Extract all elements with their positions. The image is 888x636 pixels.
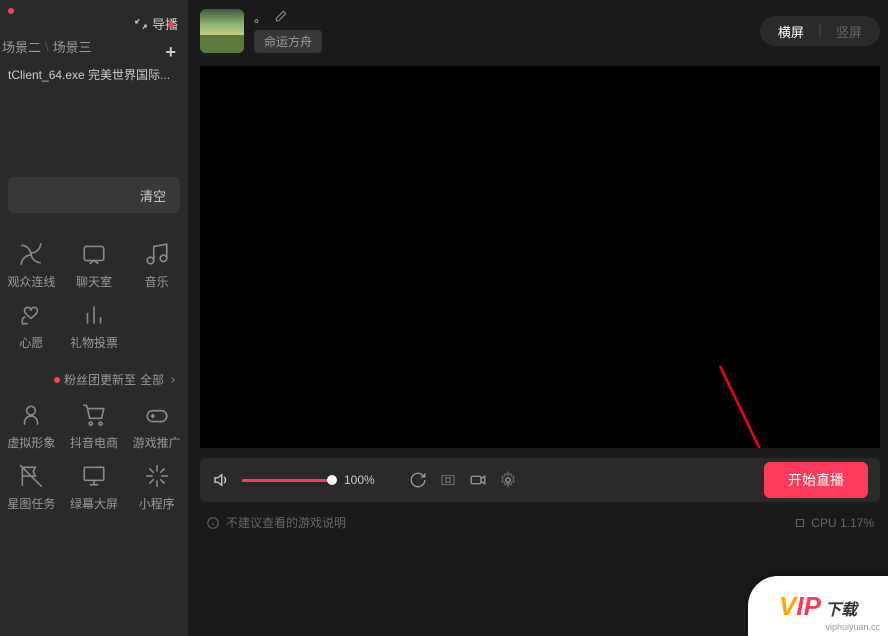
chat-icon [81,241,107,267]
orient-vertical[interactable]: 竖屏 [822,18,876,45]
heart-hand-icon [18,302,44,328]
music-icon [144,241,170,267]
fans-dot-icon [54,377,60,383]
scene-tab-3[interactable]: 场景三 [51,33,94,60]
fans-update-link[interactable]: 粉丝团更新至 全部 [0,351,188,402]
refresh-icon[interactable] [409,471,427,489]
grid-label: 音乐 [145,273,169,290]
stream-name: 。 [254,9,266,26]
star-task-button[interactable]: 星图任务 [0,463,63,512]
volume-slider[interactable] [242,479,332,482]
clear-label: 清空 [140,186,166,205]
edit-icon[interactable] [274,9,288,26]
status-footer: 不建议查看的游戏说明 CPU 1.17% [200,510,880,535]
chat-room-button[interactable]: 聊天室 [63,241,126,290]
source-item[interactable]: tClient_64.exe 完美世界国际... [0,60,188,89]
speaker-icon[interactable] [212,471,230,489]
volume-fill [242,479,332,482]
grid-label: 心愿 [19,334,43,351]
orientation-toggle: 横屏 | 竖屏 [760,16,880,46]
cpu-text: CPU 1.17% [811,516,874,530]
director-button[interactable]: 导播 [134,14,178,33]
grid-label: 虚拟形象 [7,434,55,451]
green-screen-button[interactable]: 绿幕大屏 [63,463,126,512]
grid-label: 观众连线 [7,273,55,290]
add-scene-icon[interactable]: + [165,42,176,63]
fans-all: 全部 [140,371,164,388]
watermark: VIP下载 viphuiyuan.cc [748,576,888,636]
mini-program-button[interactable]: 小程序 [125,463,188,512]
vip-logo: VIP下载 [779,591,857,622]
flag-slash-icon [18,463,44,489]
grid-label: 小程序 [139,495,175,512]
chip-icon [793,516,807,530]
grid-label: 礼物投票 [70,334,118,351]
rec-dot-icon [8,8,14,14]
director-label: 导播 [152,14,178,33]
spark-icon [144,463,170,489]
gift-vote-button[interactable]: 礼物投票 [63,302,126,351]
sidebar: 导播 场景二 \ 场景三 + tClient_64.exe 完美世界国际... … [0,0,188,636]
chevron-right-icon [168,375,178,385]
clear-button[interactable]: 清空 [8,177,180,213]
orient-horizontal[interactable]: 横屏 [764,18,818,45]
audience-link-button[interactable]: 观众连线 [0,241,63,290]
ecommerce-button[interactable]: 抖音电商 [63,402,126,451]
control-bar: 100% 开始直播 [200,458,880,502]
music-button[interactable]: 音乐 [125,241,188,290]
gamepad-icon [144,402,170,428]
volume-thumb[interactable] [327,475,337,485]
bars-icon [81,302,107,328]
screenshot-icon[interactable] [439,471,457,489]
scene-tab-2[interactable]: 场景二 [0,33,43,60]
feature-panel: 观众连线 聊天室 音乐 心愿 礼物投票 [0,229,188,636]
grid-label: 星图任务 [7,495,55,512]
preview-canvas[interactable] [200,66,880,448]
grid-label: 游戏推广 [133,434,181,451]
settings-icon[interactable] [499,471,517,489]
footer-hint[interactable]: 不建议查看的游戏说明 [226,514,346,531]
start-stream-button[interactable]: 开始直播 [764,462,868,498]
cart-icon [81,402,107,428]
grid-label: 绿幕大屏 [70,495,118,512]
stream-header: 。 命运方舟 横屏 | 竖屏 [200,6,880,56]
person-icon [18,402,44,428]
scene-header: 导播 场景二 \ 场景三 + [0,0,188,60]
link-icon [18,241,44,267]
info-icon [206,516,220,530]
feature-grid-2: 虚拟形象 抖音电商 游戏推广 星图任务 绿幕大屏 [0,402,188,512]
notif-dot-icon [168,22,174,28]
footer-stats: CPU 1.17% [793,516,874,530]
watermark-url: viphuiyuan.cc [825,622,880,632]
volume-text: 100% [344,473,375,487]
fans-text: 粉丝团更新至 [64,371,136,388]
stream-name-row: 。 [254,9,322,26]
start-label: 开始直播 [788,470,844,490]
camera-icon[interactable] [469,471,487,489]
scene-sep: \ [45,39,49,54]
stream-title-col: 。 命运方舟 [254,9,322,53]
game-promo-button[interactable]: 游戏推广 [125,402,188,451]
category-tag[interactable]: 命运方舟 [254,30,322,53]
avatar-virtual-button[interactable]: 虚拟形象 [0,402,63,451]
monitor-icon [81,463,107,489]
feature-grid-1: 观众连线 聊天室 音乐 心愿 礼物投票 [0,241,188,351]
grid-label: 抖音电商 [70,434,118,451]
main-area: 。 命运方舟 横屏 | 竖屏 [188,0,888,636]
stream-avatar[interactable] [200,9,244,53]
annotation-arrow-icon [200,66,880,448]
grid-label: 聊天室 [76,273,112,290]
wish-button[interactable]: 心愿 [0,302,63,351]
